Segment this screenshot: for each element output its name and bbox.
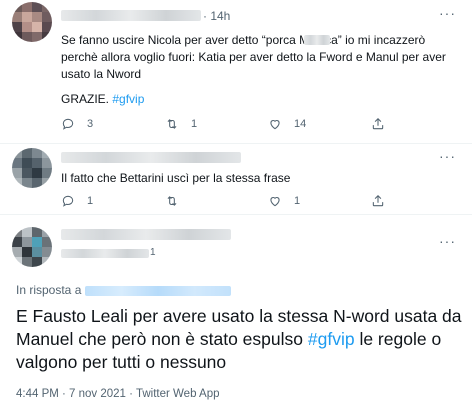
handle-suffix: 1 — [150, 247, 156, 258]
handle-redacted[interactable] — [61, 249, 149, 258]
reply-handle-redacted[interactable] — [85, 285, 232, 296]
redacted-word — [304, 35, 330, 45]
share-icon — [372, 195, 384, 207]
more-icon[interactable]: ··· — [439, 148, 456, 164]
reply-button[interactable]: 3 — [61, 117, 93, 131]
avatar[interactable] — [12, 148, 52, 188]
tweet-timestamp[interactable]: 4:44 PM · 7 nov 2021 · Twitter Web App — [16, 388, 220, 400]
more-icon[interactable]: ··· — [439, 233, 456, 249]
tweet-time[interactable]: · 14h — [203, 9, 230, 23]
reply-icon — [62, 195, 74, 207]
like-icon — [270, 120, 280, 130]
like-icon — [270, 197, 280, 207]
reply-context: In risposta a — [16, 283, 232, 297]
reply-button[interactable]: 1 — [61, 194, 93, 208]
display-name-redacted[interactable] — [61, 10, 201, 21]
avatar[interactable] — [12, 227, 52, 267]
display-name-redacted[interactable] — [61, 229, 231, 240]
tweet-text: Il fatto che Bettarini uscì per la stess… — [61, 171, 291, 185]
like-button[interactable]: 14 — [268, 117, 306, 131]
tweet-actions: 3 1 14 — [61, 117, 384, 133]
more-icon[interactable]: ··· — [439, 5, 456, 21]
share-icon — [372, 118, 384, 130]
main-tweet-text: E Fausto Leali per avere usato la stessa… — [16, 306, 462, 372]
reply-icon — [62, 118, 74, 130]
display-name-redacted[interactable] — [61, 152, 241, 163]
retweet-button[interactable]: 1 — [165, 117, 197, 131]
tweet-1[interactable]: · 14h ··· Se fanno uscire Nicola per ave… — [0, 0, 472, 145]
avatar[interactable] — [12, 2, 52, 42]
tweet-text: Se fanno uscire Nicola per aver detto “p… — [61, 33, 446, 81]
tweet-2[interactable]: ··· Il fatto che Bettarini uscì per la s… — [0, 144, 472, 214]
share-button[interactable] — [371, 117, 397, 131]
tweet-actions: 1 1 — [61, 194, 384, 210]
share-button[interactable] — [371, 194, 397, 208]
hashtag-link[interactable]: #gfvip — [308, 329, 355, 349]
like-button[interactable]: 1 — [268, 194, 300, 208]
retweet-icon — [167, 119, 177, 129]
retweet-icon — [167, 196, 177, 206]
tweet-closing: GRAZIE. #gfvip — [61, 92, 145, 106]
retweet-button[interactable] — [165, 194, 191, 208]
hashtag-link[interactable]: #gfvip — [112, 92, 144, 106]
